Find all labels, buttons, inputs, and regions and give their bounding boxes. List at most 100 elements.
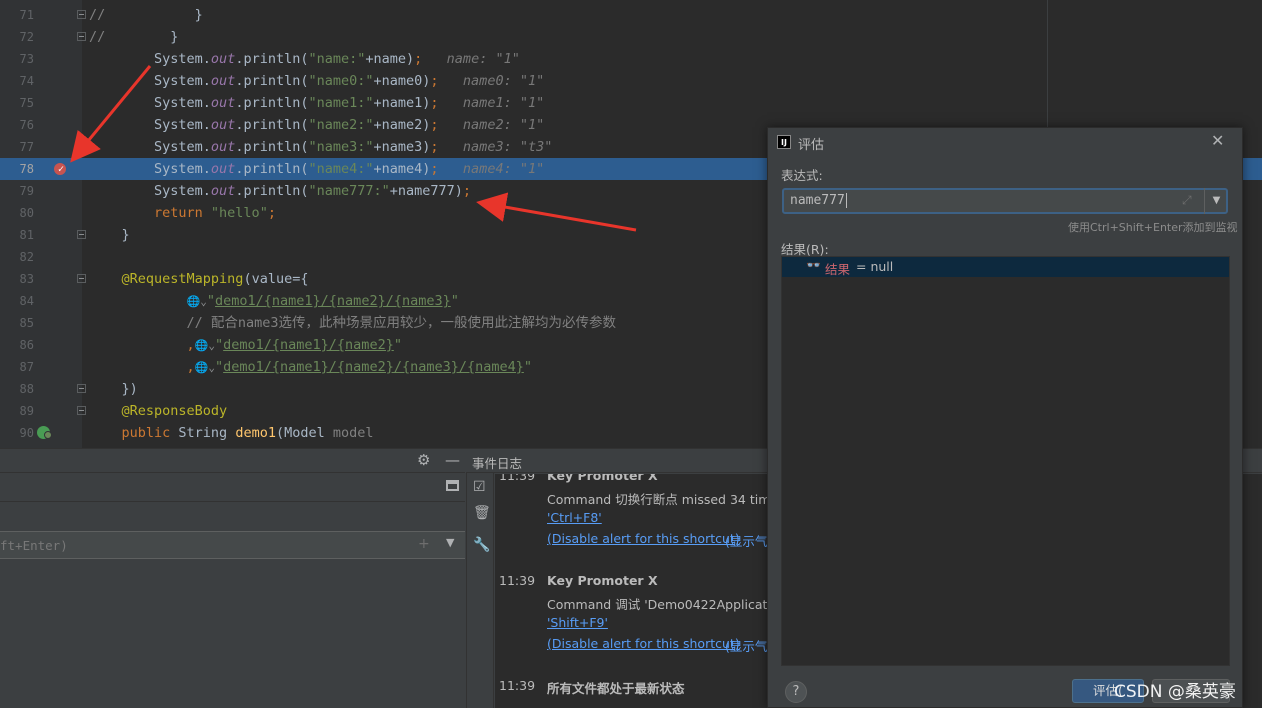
code-token: System.	[89, 139, 211, 155]
code-token: ,	[89, 337, 195, 353]
line-number[interactable]: 79	[0, 180, 34, 202]
code-text[interactable]: 🌐⌄"demo1/{name1}/{name2}/{name3}"	[89, 290, 459, 313]
code-text[interactable]: System.out.println("name2:"+name2); name…	[89, 114, 544, 136]
chevron-down-icon[interactable]: ▼	[1204, 188, 1228, 214]
code-text[interactable]: ,🌐⌄"demo1/{name1}/{name2}/{name3}/{name4…	[89, 356, 532, 379]
line-number[interactable]: 76	[0, 114, 34, 136]
inline-debug-value: name4: "1"	[438, 161, 545, 177]
code-line[interactable]: 73 System.out.println("name:"+name); nam…	[0, 48, 1262, 70]
line-number[interactable]: 78	[0, 158, 34, 180]
code-text[interactable]: })	[89, 378, 138, 400]
line-number[interactable]: 88	[0, 378, 34, 400]
code-line[interactable]: 75 System.out.println("name1:"+name1); n…	[0, 92, 1262, 114]
line-number[interactable]: 89	[0, 400, 34, 422]
code-token: ;	[430, 139, 439, 155]
line-number[interactable]: 90	[0, 422, 34, 444]
line-number[interactable]: 82	[0, 246, 34, 268]
line-number[interactable]: 75	[0, 92, 34, 114]
line-number[interactable]: 74	[0, 70, 34, 92]
code-text[interactable]: System.out.println("name3:"+name3); name…	[89, 136, 552, 158]
code-text[interactable]: @ResponseBody	[89, 400, 228, 422]
expand-icon[interactable]: ⤢	[1182, 193, 1192, 208]
code-token: .println(	[235, 161, 309, 177]
show-balloon-link[interactable]: (显示气	[725, 531, 767, 550]
code-token: .println(	[235, 73, 309, 89]
watch-field-text: ft+Enter)	[0, 538, 68, 553]
code-token: +name777)	[389, 183, 463, 199]
fold-marker-icon[interactable]	[77, 406, 86, 415]
add-watch-icon[interactable]: +	[418, 536, 430, 552]
line-number[interactable]: 80	[0, 202, 34, 224]
minimize-icon[interactable]: —	[445, 451, 460, 469]
code-token: }	[105, 7, 203, 23]
code-text[interactable]: @RequestMapping(value={	[89, 268, 309, 290]
code-text[interactable]: // 配合name3选传，此种场景应用较少，一般使用此注解均为必传参数	[89, 312, 617, 334]
disable-alert-link[interactable]: (Disable alert for this shortcut)	[547, 636, 740, 651]
shortcut-link[interactable]: 'Ctrl+F8'	[547, 510, 602, 525]
code-line[interactable]: 71 // }	[0, 4, 1262, 26]
code-token: ;	[267, 205, 276, 221]
code-text[interactable]: // }	[89, 4, 203, 26]
code-line[interactable]: 74 System.out.println("name0:"+name0); n…	[0, 70, 1262, 92]
chevron-down-icon[interactable]: ▼	[446, 536, 454, 549]
result-row[interactable]: 👓 结果 = null	[782, 257, 1229, 277]
code-token: ;	[462, 183, 472, 199]
code-text[interactable]: }	[89, 224, 130, 246]
fold-marker-icon[interactable]	[77, 230, 86, 239]
disable-alert-link[interactable]: (Disable alert for this shortcut)	[547, 531, 740, 546]
code-text[interactable]: public String demo1(Model model	[89, 422, 374, 444]
code-text[interactable]: System.out.println("name1:"+name1); name…	[89, 92, 544, 114]
glasses-icon: 👓	[806, 258, 821, 272]
code-token: System.	[89, 51, 211, 67]
event-log-toolbar: ☑ 🗑 🔧	[466, 473, 494, 708]
code-text[interactable]: // }	[89, 26, 178, 48]
code-text[interactable]: System.out.println("name0:"+name0); name…	[89, 70, 544, 92]
line-number[interactable]: 71	[0, 4, 34, 26]
fold-marker-icon[interactable]	[77, 384, 86, 393]
debug-panel: ⚙ — ft+Enter) + ▼	[0, 449, 465, 708]
line-number[interactable]: 86	[0, 334, 34, 356]
line-number[interactable]: 83	[0, 268, 34, 290]
fold-marker-icon[interactable]	[77, 32, 86, 41]
help-button[interactable]: ?	[785, 681, 807, 703]
line-number[interactable]: 77	[0, 136, 34, 158]
code-text[interactable]: ,🌐⌄"demo1/{name1}/{name2}"	[89, 334, 402, 357]
shortcut-link[interactable]: 'Shift+F9'	[547, 615, 608, 630]
line-number[interactable]: 84	[0, 290, 34, 312]
breakpoint-check-icon: ✓	[58, 164, 65, 175]
code-text[interactable]: System.out.println("name777:"+name777);	[89, 180, 471, 202]
show-balloon-link[interactable]: (显示气	[725, 636, 767, 655]
line-number[interactable]: 73	[0, 48, 34, 70]
code-text[interactable]: System.out.println("name:"+name); name: …	[89, 48, 520, 70]
code-text[interactable]: return "hello";	[89, 202, 276, 224]
fold-marker-icon[interactable]	[77, 10, 86, 19]
code-line[interactable]: 72 // }	[0, 26, 1262, 48]
line-number[interactable]: 87	[0, 356, 34, 378]
layout-icon[interactable]	[446, 480, 459, 491]
code-token: "name:"	[308, 51, 366, 67]
result-name: 结果	[825, 262, 851, 277]
result-tree[interactable]: 👓 结果 = null	[781, 256, 1230, 666]
mark-read-icon[interactable]: ☑	[473, 479, 486, 495]
debug-panel-header: ⚙ —	[0, 449, 465, 473]
close-icon[interactable]: ✕	[1211, 131, 1224, 150]
expression-input[interactable]: name777 ⤢ ▼	[782, 188, 1228, 214]
line-number[interactable]: 72	[0, 26, 34, 48]
code-text[interactable]: System.out.println("name4:"+name4); name…	[89, 158, 544, 180]
trash-icon[interactable]: 🗑	[473, 505, 491, 521]
code-token: System.	[89, 95, 211, 111]
dialog-title: 评估	[798, 138, 825, 153]
gear-icon[interactable]: ⚙	[417, 451, 430, 469]
code-token: out	[210, 161, 236, 177]
line-number[interactable]: 81	[0, 224, 34, 246]
code-token: System.	[89, 161, 211, 177]
code-token: +name1)	[373, 95, 431, 111]
fold-marker-icon[interactable]	[77, 274, 86, 283]
log-time: 11:39	[499, 678, 536, 693]
web-icon: 🌐⌄	[194, 339, 215, 352]
event-log-title: 事件日志	[472, 456, 523, 471]
line-number[interactable]: 85	[0, 312, 34, 334]
code-token: demo1/{name1}/{name2}/{name3}	[215, 293, 451, 309]
wrench-icon[interactable]: 🔧	[473, 537, 490, 553]
watch-expression-field[interactable]: ft+Enter) + ▼	[0, 531, 465, 559]
